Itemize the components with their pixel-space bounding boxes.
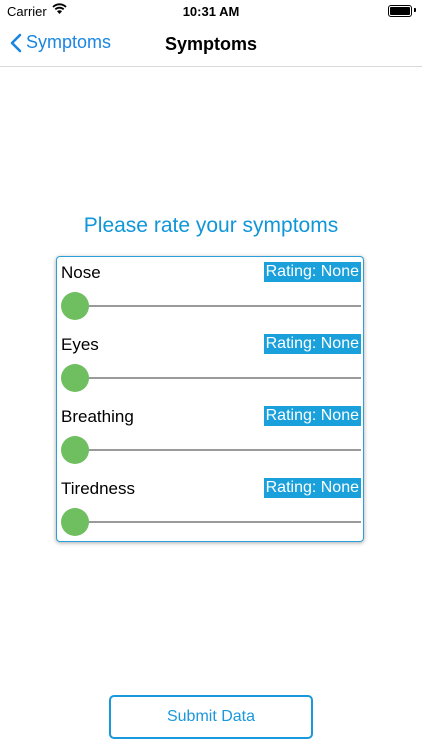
navigation-bar: Symptoms Symptoms bbox=[0, 22, 422, 67]
tiredness-slider[interactable] bbox=[61, 507, 361, 537]
symptom-label: Tiredness bbox=[61, 479, 136, 498]
status-time: 10:31 AM bbox=[182, 4, 240, 19]
symptom-row-nose: Nose Rating: None bbox=[57, 257, 363, 329]
symptoms-card: Nose Rating: None Eyes Rating: None Brea… bbox=[56, 256, 364, 542]
symptom-label: Eyes bbox=[61, 335, 99, 354]
slider-track bbox=[75, 305, 361, 307]
page-title: Symptoms bbox=[164, 34, 258, 54]
slider-track bbox=[75, 449, 361, 451]
slider-thumb[interactable] bbox=[61, 292, 89, 320]
slider-thumb[interactable] bbox=[61, 508, 89, 536]
symptom-row-tiredness: Tiredness Rating: None bbox=[57, 473, 363, 545]
status-bar: Carrier 10:31 AM bbox=[0, 0, 422, 22]
rating-badge: Rating: None bbox=[263, 478, 361, 498]
breathing-slider[interactable] bbox=[61, 435, 361, 465]
symptom-row-eyes: Eyes Rating: None bbox=[57, 329, 363, 401]
rating-badge: Rating: None bbox=[263, 406, 361, 426]
rate-symptoms-heading: Please rate your symptoms bbox=[83, 214, 339, 237]
rating-badge: Rating: None bbox=[263, 334, 361, 354]
slider-thumb[interactable] bbox=[61, 364, 89, 392]
battery-tip bbox=[414, 8, 416, 12]
submit-data-button[interactable]: Submit Data bbox=[109, 695, 313, 739]
slider-track bbox=[75, 521, 361, 523]
eyes-slider[interactable] bbox=[61, 363, 361, 393]
nose-slider[interactable] bbox=[61, 291, 361, 321]
rating-badge: Rating: None bbox=[263, 262, 361, 282]
slider-thumb[interactable] bbox=[61, 436, 89, 464]
slider-track bbox=[75, 377, 361, 379]
symptom-label: Breathing bbox=[61, 407, 134, 426]
battery-icon bbox=[388, 5, 412, 17]
symptom-row-breathing: Breathing Rating: None bbox=[57, 401, 363, 473]
symptom-label: Nose bbox=[61, 263, 101, 282]
